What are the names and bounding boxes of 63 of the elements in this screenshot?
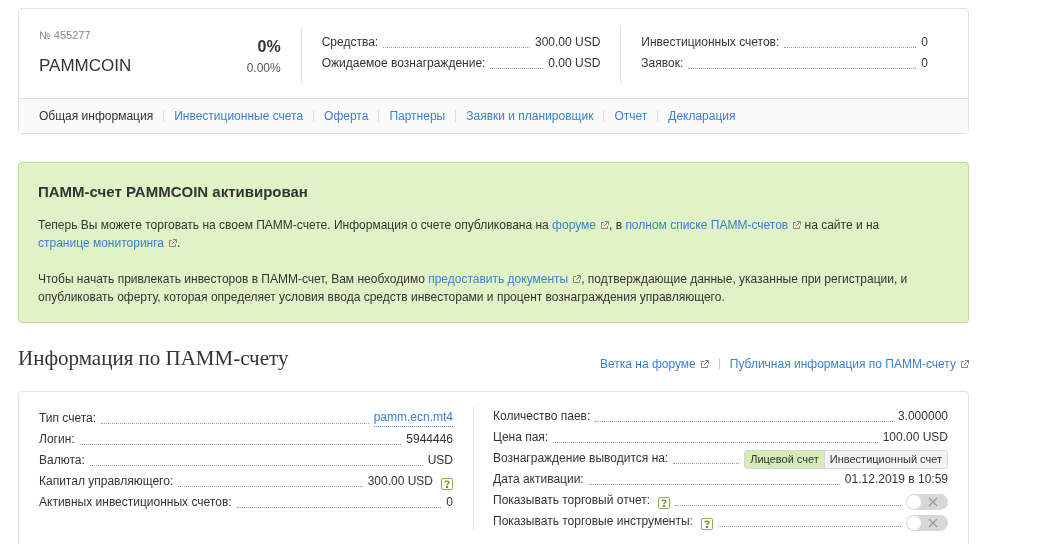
field-value: USD	[427, 451, 453, 469]
summary-value: 0	[921, 55, 928, 72]
percent-change: 0.00%	[246, 60, 281, 77]
link[interactable]: Публичная информация по ПАММ-счету	[729, 354, 969, 373]
external-link-icon	[960, 359, 969, 369]
summary-label: Средства:	[321, 34, 379, 51]
field-label: Дата активации:	[493, 470, 584, 488]
cross-icon	[928, 496, 938, 507]
field-label: Логин:	[39, 430, 75, 448]
summary-label: Ожидаемое вознаграждение:	[321, 55, 486, 72]
field-value: 100.00 USD	[882, 428, 948, 446]
section-heading: Информация по ПАММ-счету	[18, 345, 289, 372]
account-name: PAMMCOIN	[39, 54, 132, 77]
field-label: Валюта:	[39, 451, 85, 469]
field-label: Тип счета:	[39, 409, 97, 427]
summary-label: Инвестиционных счетов:	[641, 34, 780, 51]
help-icon[interactable]	[700, 517, 713, 530]
link[interactable]: полном списке ПАММ-счетов	[625, 217, 802, 232]
link[interactable]: предоставить документы	[428, 271, 582, 286]
external-link-icon	[792, 220, 802, 230]
percent-value: 0%	[256, 37, 281, 57]
account-number: № 455277	[39, 28, 92, 43]
summary-value: 0	[921, 34, 928, 51]
external-link-icon	[600, 220, 609, 230]
tab[interactable]: Оферта	[324, 107, 369, 125]
segment-option[interactable]: Инвестиционный счет	[823, 450, 947, 468]
summary-value: 0.00 USD	[548, 55, 601, 72]
field-value: 0	[446, 493, 453, 511]
tab[interactable]: Отчет	[614, 107, 648, 125]
external-link-icon	[168, 238, 177, 248]
field-label: Количество паев:	[493, 407, 591, 425]
help-icon[interactable]	[658, 496, 670, 509]
tab[interactable]: Партнеры	[389, 107, 446, 125]
field-value: 300.00 USD	[367, 472, 433, 490]
notice-paragraph: Чтобы начать привлекать инвесторов в ПАММ-счет, Вам необходимо предоставить документы , подтверждающие данные, указанные при регистрации, и опубликовать оферту, которая определяет условия ввода средств инвесторами и процент вознаграждения управляющего.	[38, 270, 909, 306]
field-label: Показывать торговый отчет:	[493, 491, 650, 509]
summary-label: Заявок:	[641, 55, 684, 72]
toggle-switch[interactable]	[906, 514, 948, 531]
tab[interactable]: Декларация	[668, 107, 736, 125]
notice-title: ПАММ-счет PAMMCOIN активирован	[38, 182, 309, 202]
field-value: 01.12.2019 в 10:59	[844, 470, 948, 488]
help-icon[interactable]	[441, 477, 453, 490]
field-value: 5944446	[406, 430, 453, 448]
link[interactable]: форуме	[552, 217, 609, 232]
segment-option[interactable]: Лицевой счет	[745, 450, 824, 468]
notice-paragraph: Теперь Вы можете торговать на своем ПАММ-счете. Информация о счете опубликована на форуме , в полном списке ПАММ-счетов на сайте и на странице мониторинга .	[38, 216, 881, 252]
link[interactable]: Ветка на форуме	[599, 354, 709, 373]
external-link-icon	[699, 359, 709, 369]
summary-value: 300.00 USD	[535, 34, 601, 51]
field-label: Показывать торговые инструменты:	[493, 512, 693, 530]
account-type-link[interactable]: pamm.ecn.mt4	[373, 407, 453, 427]
field-label: Цена пая:	[493, 428, 549, 446]
field-label: Вознаграждение выводится на:	[493, 449, 669, 467]
external-link-icon	[572, 274, 582, 284]
link[interactable]: странице мониторинга	[38, 235, 177, 250]
field-value: 3.000000	[897, 407, 948, 425]
cross-icon	[928, 517, 938, 528]
tab[interactable]: Заявки и планировщик	[466, 107, 594, 125]
field-label: Активных инвестиционных счетов:	[39, 493, 232, 511]
tab[interactable]: Инвестиционные счета	[174, 107, 304, 125]
field-label: Капитал управляющего:	[39, 472, 174, 490]
toggle-switch[interactable]	[906, 493, 948, 510]
tab[interactable]: Общая информация	[39, 107, 154, 125]
